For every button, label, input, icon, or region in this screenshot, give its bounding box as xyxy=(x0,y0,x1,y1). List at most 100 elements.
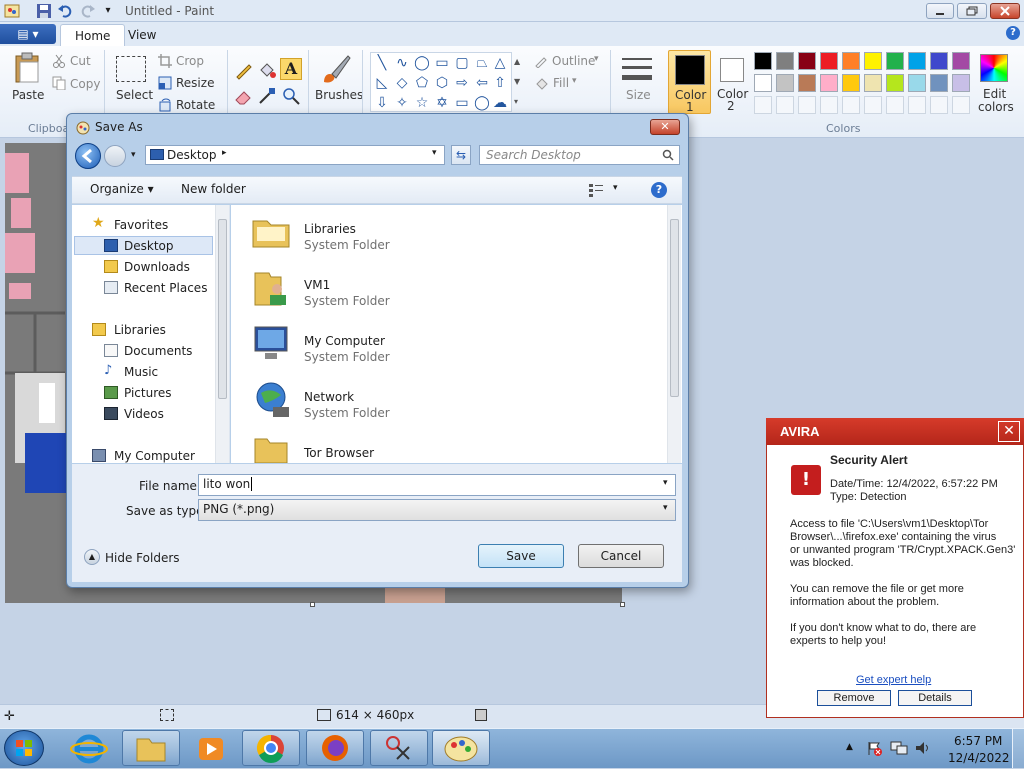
copy-button[interactable]: Copy xyxy=(70,77,100,91)
breadcrumb-chevron-icon[interactable]: ▸ xyxy=(222,148,227,158)
file-name[interactable]: My Computer xyxy=(304,334,385,348)
forward-button[interactable] xyxy=(104,145,126,167)
address-bar[interactable]: Desktop ▸ ▾ xyxy=(145,145,445,165)
shapes-gallery[interactable]: ╲ ∿ ◯ ▭ ▢ ⏢ △ ◺ ◇ ⬠ ⬡ ⇨ ⇦ ⇧ ⇩ ✧ ☆ ✡ ▭ ◯ … xyxy=(370,52,512,112)
undo-icon[interactable] xyxy=(57,3,73,19)
palette-color-swatch[interactable] xyxy=(754,74,772,92)
internet-explorer-icon[interactable] xyxy=(64,732,114,766)
palette-color-swatch[interactable] xyxy=(952,52,970,70)
palette-custom-slot[interactable] xyxy=(930,96,948,114)
palette-custom-slot[interactable] xyxy=(952,96,970,114)
palette-custom-slot[interactable] xyxy=(776,96,794,114)
avira-close-button[interactable]: ✕ xyxy=(998,421,1020,442)
new-folder-button[interactable]: New folder xyxy=(181,182,246,196)
palette-color-swatch[interactable] xyxy=(820,52,838,70)
network-tray-icon[interactable] xyxy=(890,740,908,756)
palette-custom-slot[interactable] xyxy=(908,96,926,114)
polygon-shape-icon[interactable]: ⏢ xyxy=(473,55,491,71)
start-button[interactable] xyxy=(4,730,44,766)
canvas-resize-handle-corner[interactable] xyxy=(620,602,625,607)
volume-tray-icon[interactable] xyxy=(914,740,930,756)
curve-shape-icon[interactable]: ∿ xyxy=(393,55,411,71)
minimize-button[interactable] xyxy=(926,3,954,19)
diamond-shape-icon[interactable]: ◇ xyxy=(393,75,411,91)
save-button[interactable]: Save xyxy=(478,544,564,568)
palette-custom-slot[interactable] xyxy=(798,96,816,114)
show-desktop-button[interactable] xyxy=(1012,729,1024,768)
file-name[interactable]: Tor Browser xyxy=(304,446,374,460)
pencil-icon[interactable] xyxy=(234,60,254,80)
navigation-scroll-thumb[interactable] xyxy=(218,219,227,399)
line-shape-icon[interactable]: ╲ xyxy=(373,55,391,71)
palette-color-swatch[interactable] xyxy=(886,52,904,70)
palette-color-swatch[interactable] xyxy=(842,52,860,70)
tray-expand-icon[interactable]: ▲ xyxy=(846,742,853,752)
nav-favorites[interactable]: Favorites xyxy=(114,218,168,232)
file-name[interactable]: Network xyxy=(304,390,354,404)
paste-button[interactable]: Paste xyxy=(12,88,44,102)
view-dropdown-icon[interactable]: ▾ xyxy=(613,183,618,193)
action-center-flag-icon[interactable] xyxy=(866,740,882,756)
six-point-star-shape-icon[interactable]: ✡ xyxy=(433,95,451,111)
crop-button[interactable]: Crop xyxy=(176,54,204,68)
canvas-resize-handle-bottom[interactable] xyxy=(310,602,315,607)
explorer-taskbar-icon[interactable] xyxy=(122,730,180,766)
file-list-scrollbar[interactable] xyxy=(667,205,681,463)
palette-color-swatch[interactable] xyxy=(930,74,948,92)
view-options-icon[interactable] xyxy=(588,183,604,197)
address-desktop[interactable]: Desktop xyxy=(167,148,217,162)
palette-color-swatch[interactable] xyxy=(776,74,794,92)
chrome-taskbar-icon[interactable] xyxy=(242,730,300,766)
file-name[interactable]: Libraries xyxy=(304,222,356,236)
dialog-close-button[interactable]: ✕ xyxy=(650,119,680,135)
save-as-type-select[interactable]: PNG (*.png) ▾ xyxy=(198,499,676,521)
save-as-type-dropdown-icon[interactable]: ▾ xyxy=(663,503,668,513)
nav-libraries[interactable]: Libraries xyxy=(114,323,166,337)
eraser-icon[interactable] xyxy=(234,86,254,106)
five-point-star-shape-icon[interactable]: ☆ xyxy=(413,95,431,111)
fill-bucket-icon[interactable] xyxy=(257,60,277,80)
palette-color-swatch[interactable] xyxy=(864,74,882,92)
close-button[interactable] xyxy=(990,3,1020,19)
palette-color-swatch[interactable] xyxy=(798,74,816,92)
palette-color-swatch[interactable] xyxy=(798,52,816,70)
right-arrow-shape-icon[interactable]: ⇨ xyxy=(453,75,471,91)
select-button[interactable]: Select xyxy=(116,88,153,102)
palette-color-swatch[interactable] xyxy=(908,74,926,92)
shapes-scroll-icon[interactable]: ▲ ▼ ▾ xyxy=(514,52,526,112)
snipping-tool-taskbar-icon[interactable] xyxy=(370,730,428,766)
palette-custom-slot[interactable] xyxy=(886,96,904,114)
nav-downloads[interactable]: Downloads xyxy=(124,260,190,274)
resize-button[interactable]: Resize xyxy=(176,76,214,90)
palette-custom-slot[interactable] xyxy=(820,96,838,114)
brushes-icon[interactable] xyxy=(318,52,352,86)
palette-color-swatch[interactable] xyxy=(842,74,860,92)
palette-color-swatch[interactable] xyxy=(886,74,904,92)
color2-selector[interactable]: Color 2 xyxy=(712,50,752,114)
search-icon[interactable] xyxy=(662,149,674,161)
brushes-button[interactable]: Brushes xyxy=(315,88,363,102)
oval-shape-icon[interactable]: ◯ xyxy=(413,55,431,71)
details-button[interactable]: Details xyxy=(898,690,972,706)
color1-selector[interactable]: Color 1 xyxy=(668,50,711,114)
search-input[interactable]: Search Desktop xyxy=(479,145,680,165)
customize-toolbar-icon[interactable]: ▾ xyxy=(100,3,116,19)
outline-dropdown-icon[interactable]: ▾ xyxy=(594,54,599,64)
restore-button[interactable] xyxy=(957,3,987,19)
palette-color-swatch[interactable] xyxy=(776,52,794,70)
outline-button[interactable]: Outline xyxy=(552,54,595,68)
cut-button[interactable]: Cut xyxy=(70,54,91,68)
palette-custom-slot[interactable] xyxy=(754,96,772,114)
left-arrow-shape-icon[interactable]: ⇦ xyxy=(473,75,491,91)
address-dropdown-icon[interactable]: ▾ xyxy=(432,148,437,158)
navigation-scrollbar[interactable] xyxy=(215,205,229,463)
nav-pictures[interactable]: Pictures xyxy=(124,386,172,400)
color-picker-icon[interactable] xyxy=(257,86,277,106)
hexagon-shape-icon[interactable]: ⬡ xyxy=(433,75,451,91)
file-name-field[interactable]: lito won ▾ xyxy=(198,474,676,496)
nav-desktop[interactable]: Desktop xyxy=(124,239,174,253)
paint-menu-button[interactable]: ▤ ▾ xyxy=(0,24,56,44)
paint-taskbar-icon[interactable] xyxy=(432,730,490,766)
paint-app-icon[interactable] xyxy=(4,3,20,19)
rectangle-shape-icon[interactable]: ▭ xyxy=(433,55,451,71)
